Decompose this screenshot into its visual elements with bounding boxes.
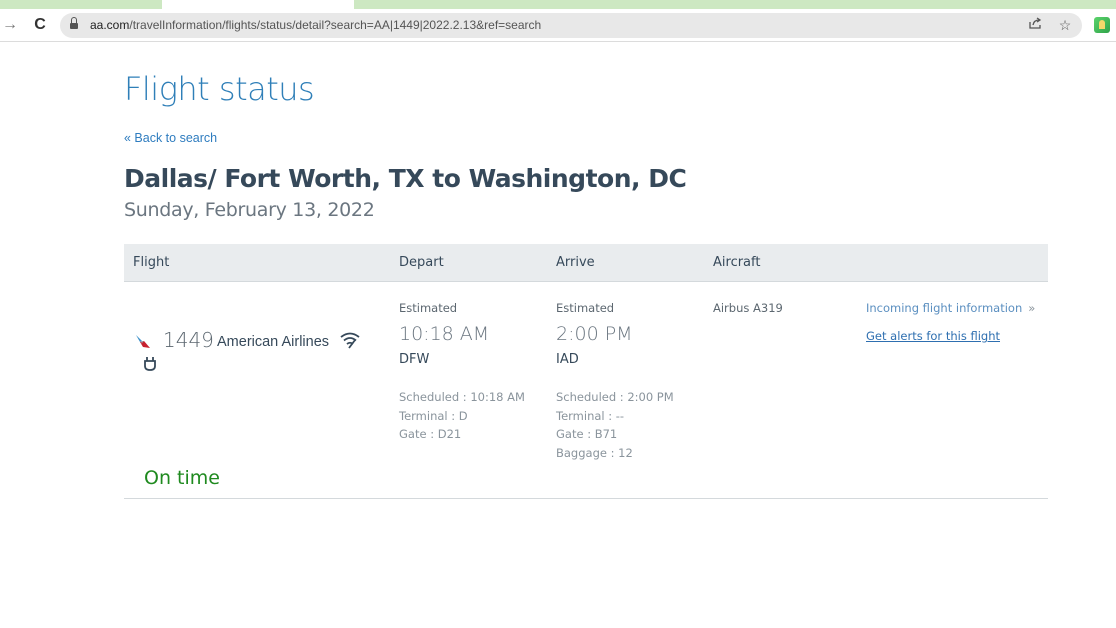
american-airlines-logo-icon bbox=[136, 335, 150, 348]
depart-details: Scheduled : 10:18 AM Terminal : D Gate :… bbox=[399, 388, 525, 444]
header-arrive: Arrive bbox=[556, 255, 595, 270]
depart-airport: DFW bbox=[399, 352, 430, 367]
get-alerts-link[interactable]: Get alerts for this flight bbox=[866, 329, 1035, 343]
tab-strip bbox=[0, 0, 1116, 9]
table-row: 1449 American Airlines On time Estimated… bbox=[124, 282, 1048, 499]
page-title: Flight status bbox=[124, 70, 315, 108]
flight-links: Incoming flight information » Get alerts … bbox=[866, 301, 1035, 343]
flight-status-badge: On time bbox=[144, 467, 220, 489]
flight-number: 1449 bbox=[163, 328, 214, 352]
route-heading: Dallas/ Fort Worth, TX to Washington, DC bbox=[124, 164, 687, 193]
arrive-time: 2:00 PM bbox=[556, 323, 633, 345]
header-depart: Depart bbox=[399, 255, 444, 270]
header-aircraft: Aircraft bbox=[713, 255, 761, 270]
incoming-flight-link[interactable]: Incoming flight information » bbox=[866, 301, 1035, 315]
depart-time: 10:18 AM bbox=[399, 323, 490, 345]
depart-scheduled: Scheduled : 10:18 AM bbox=[399, 390, 525, 404]
reload-icon[interactable]: C bbox=[30, 15, 50, 35]
active-tab[interactable] bbox=[162, 0, 354, 9]
table-header: Flight Depart Arrive Aircraft bbox=[124, 244, 1048, 282]
arrive-terminal: Terminal : -- bbox=[556, 408, 625, 423]
flight-date: Sunday, February 13, 2022 bbox=[124, 199, 375, 221]
airline-name: American Airlines bbox=[217, 334, 330, 350]
arrive-scheduled: Scheduled : 2:00 PM bbox=[556, 390, 674, 404]
depart-terminal: Terminal : D bbox=[399, 408, 468, 423]
share-icon[interactable] bbox=[1026, 16, 1044, 34]
arrive-cell: Estimated 2:00 PM IAD Scheduled : 2:00 P… bbox=[556, 301, 674, 462]
url-text[interactable]: aa.com/travelInformation/flights/status/… bbox=[90, 18, 541, 32]
depart-gate: Gate : D21 bbox=[399, 427, 462, 441]
profile-icon[interactable] bbox=[1094, 17, 1110, 33]
depart-estimated-label: Estimated bbox=[399, 301, 458, 315]
power-outlet-icon bbox=[144, 357, 156, 371]
incoming-flight-label: Incoming flight information bbox=[866, 301, 1023, 315]
depart-cell: Estimated 10:18 AM DFW Scheduled : 10:18… bbox=[399, 301, 525, 444]
header-flight: Flight bbox=[133, 255, 170, 270]
star-icon[interactable]: ☆ bbox=[1056, 16, 1074, 34]
arrive-details: Scheduled : 2:00 PM Terminal : -- Gate :… bbox=[556, 388, 674, 462]
arrive-gate: Gate : B71 bbox=[556, 427, 618, 441]
browser-toolbar: → C aa.com/travelInformation/flights/sta… bbox=[0, 9, 1116, 42]
aircraft-type: Airbus A319 bbox=[713, 301, 783, 315]
lock-icon[interactable] bbox=[70, 17, 78, 29]
wifi-icon bbox=[340, 332, 360, 349]
address-bar[interactable]: aa.com/travelInformation/flights/status/… bbox=[60, 13, 1082, 38]
arrive-airport: IAD bbox=[556, 352, 579, 367]
double-chevron-right-icon: » bbox=[1028, 301, 1036, 315]
back-to-search-link[interactable]: « Back to search bbox=[124, 131, 217, 145]
arrive-baggage: Baggage : 12 bbox=[556, 445, 633, 460]
forward-arrow-icon[interactable]: → bbox=[0, 15, 20, 35]
arrive-estimated-label: Estimated bbox=[556, 301, 615, 315]
url-path: /travelInformation/flights/status/detail… bbox=[129, 18, 542, 32]
flight-table: Flight Depart Arrive Aircraft 1449 Ameri… bbox=[124, 244, 1048, 499]
url-host: aa.com bbox=[90, 18, 130, 32]
